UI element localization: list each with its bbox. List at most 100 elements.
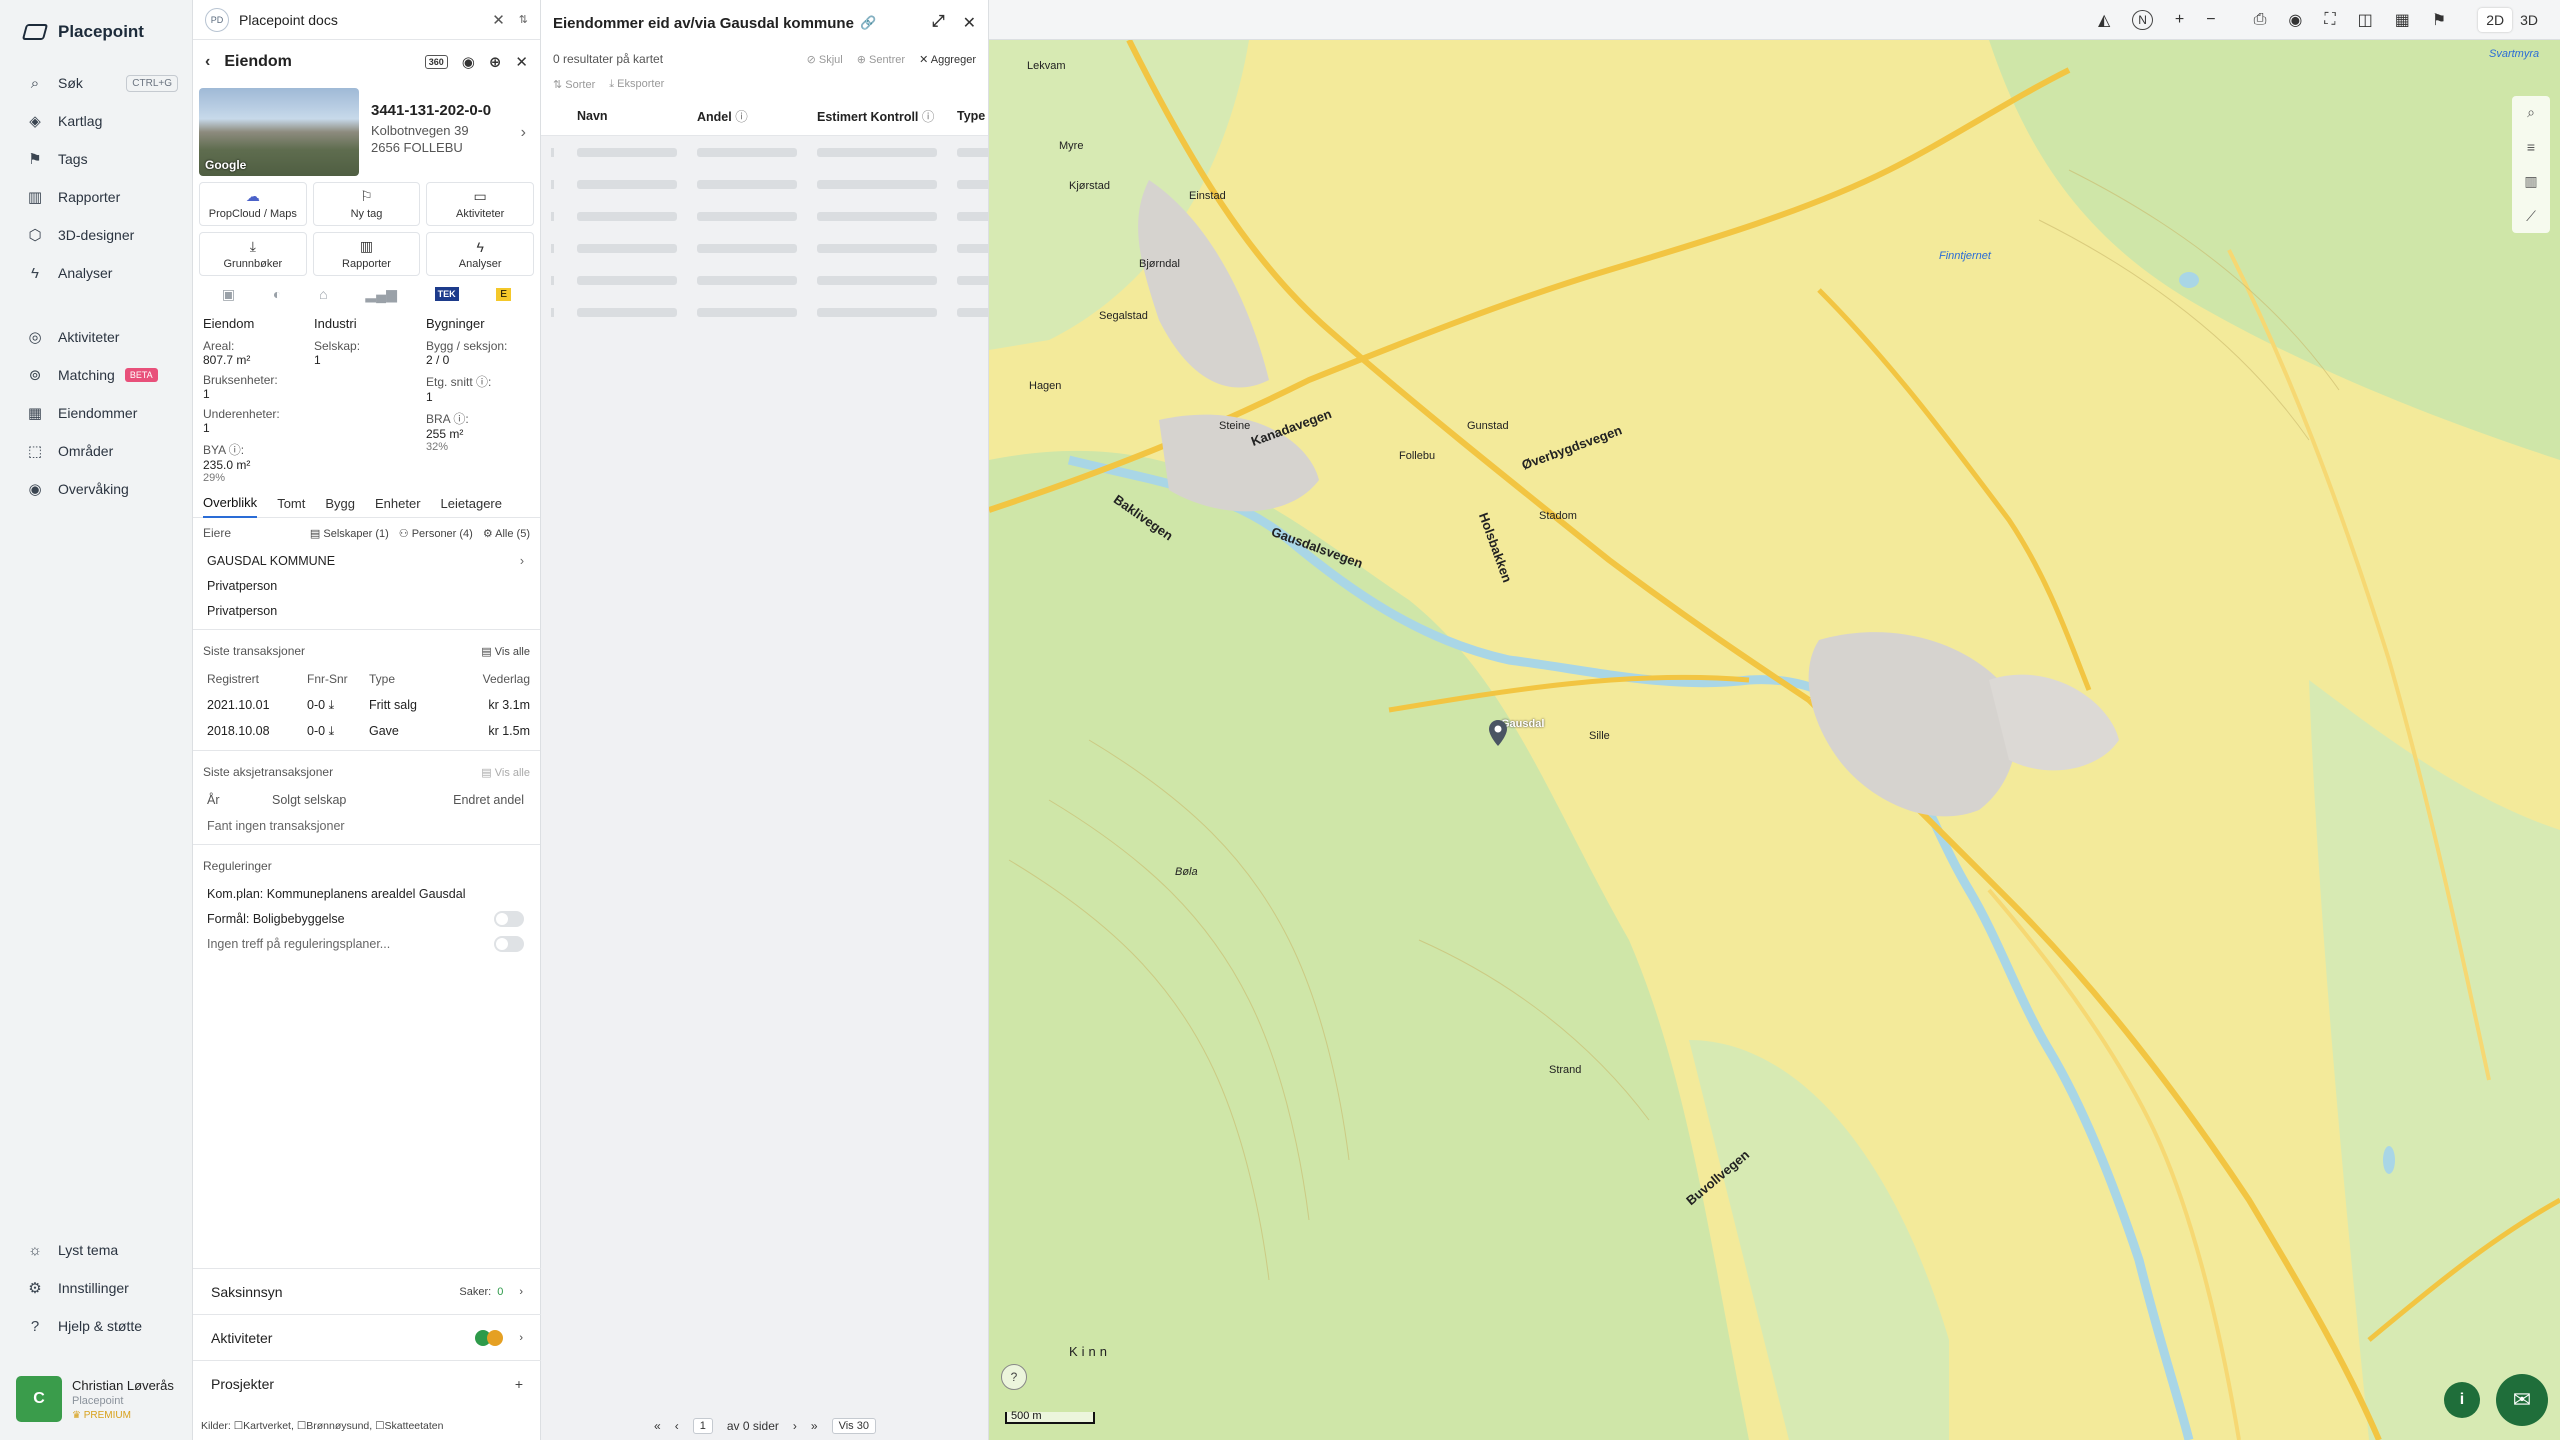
download-icon[interactable]: ⤓	[329, 724, 335, 738]
view-all-share-tx[interactable]: ▤ Vis alle	[481, 766, 530, 779]
nav-matching[interactable]: ⊚ Matching BETA	[0, 356, 192, 394]
tab-overblikk[interactable]: Overblikk	[203, 495, 258, 518]
nav-3d-designer[interactable]: ⬡ 3D-designer	[0, 216, 192, 254]
tab-tomt[interactable]: Tomt	[277, 496, 305, 517]
owner-row[interactable]: Privatperson	[203, 598, 530, 623]
filter-all[interactable]: ⚙ Alle (5)	[483, 527, 530, 540]
source-link[interactable]: ☐Skatteetaten	[375, 1420, 443, 1432]
col-header-kontroll[interactable]: Estimert Kontroll ⓘ	[817, 106, 957, 125]
filter-persons[interactable]: ⚇ Personer (4)	[399, 527, 473, 540]
help-icon[interactable]: ?	[1001, 1364, 1027, 1390]
nav-hjelp[interactable]: ? Hjelp & støtte	[0, 1307, 192, 1345]
nav-innstillinger[interactable]: ⚙ Innstillinger	[0, 1269, 192, 1307]
sort-button[interactable]: ⇅ Sorter	[553, 78, 595, 91]
table-row[interactable]: 2021.10.01 0-0 ⤓ Fritt salg kr 3.1m	[203, 692, 530, 718]
table-row[interactable]: 2018.10.08 0-0 ⤓ Gave kr 1.5m	[203, 718, 530, 744]
layers-toggle-icon[interactable]: ◭	[2098, 10, 2110, 30]
formal-toggle[interactable]	[494, 910, 524, 927]
page-input[interactable]: 1	[692, 1418, 713, 1434]
nav-aktiviteter[interactable]: ◎ Aktiviteter	[0, 318, 192, 356]
first-page-icon[interactable]: «	[654, 1419, 661, 1433]
tile-rapporter[interactable]: ▥ Rapporter	[312, 232, 421, 276]
view-360-button[interactable]: 360	[424, 55, 448, 69]
eye-icon[interactable]: ◉	[2288, 10, 2302, 30]
docs-bar[interactable]: PD Placepoint docs ✕ ⇅	[193, 0, 540, 40]
plus-icon[interactable]: +	[515, 1376, 523, 1392]
col-header[interactable]: Navn	[577, 109, 697, 123]
owner-row[interactable]: GAUSDAL KOMMUNE ›	[203, 548, 530, 573]
mode-3d[interactable]: 3D	[2512, 8, 2546, 32]
search-map-icon[interactable]: ⌕	[2527, 104, 2535, 121]
center-button[interactable]: ⊕ Sentrer	[857, 53, 905, 66]
last-page-icon[interactable]: »	[811, 1419, 818, 1433]
hide-button[interactable]: ⊘ Skjul	[807, 53, 843, 66]
mode-2d[interactable]: 2D	[2478, 7, 2513, 32]
north-icon[interactable]: N	[2132, 9, 2153, 30]
nav-search[interactable]: ⌕ Søk CTRL+G	[0, 64, 192, 102]
grid-icon[interactable]: ▦	[2395, 10, 2410, 30]
view-all-transactions[interactable]: ▤ Vis alle	[481, 645, 530, 658]
signal-icon[interactable]: ▂▄▆	[365, 286, 396, 303]
camera-icon[interactable]: ◫	[2358, 10, 2373, 30]
tile-grunnboker[interactable]: ⤓ Grunnbøker	[199, 232, 307, 276]
ruler-icon[interactable]: ⟋	[2526, 208, 2536, 225]
info-icon[interactable]: i	[2444, 1382, 2480, 1418]
energy-label-badge[interactable]: E	[496, 287, 512, 301]
print-icon[interactable]: ⎙	[2254, 11, 2267, 29]
bookmark-icon[interactable]: ⚑	[2432, 10, 2446, 30]
link-icon[interactable]: 🔗	[860, 15, 876, 31]
map-pin-icon[interactable]	[1489, 720, 1507, 746]
tek-badge[interactable]: TEK	[434, 287, 459, 301]
moon-icon[interactable]: ◐	[273, 286, 281, 302]
nav-rapporter[interactable]: ▥ Rapporter	[0, 178, 192, 216]
chevron-right-icon[interactable]: ›	[521, 124, 526, 174]
close-panel-icon[interactable]: ✕	[515, 53, 528, 71]
tile-aktiviteter[interactable]: ▭ Aktiviteter	[426, 182, 534, 226]
col-header-andel[interactable]: Andel ⓘ	[697, 106, 817, 125]
chat-support-icon[interactable]: ✉	[2496, 1374, 2548, 1426]
prev-page-icon[interactable]: ‹	[675, 1419, 679, 1433]
expand-icon[interactable]: ⤢	[932, 13, 945, 33]
nav-eiendommer[interactable]: ▦ Eiendommer	[0, 394, 192, 432]
chart-icon[interactable]: ▥	[2524, 173, 2537, 190]
back-icon[interactable]: ‹	[205, 53, 210, 71]
tile-analyser[interactable]: ϟ Analyser	[426, 232, 534, 276]
export-button[interactable]: ⤓ Eksporter	[609, 78, 664, 91]
map-canvas[interactable]: Lekvam Myre Kjørstad Einstad Bjørndal Se…	[989, 40, 2560, 1440]
nav-lyst-tema[interactable]: ☼ Lyst tema	[0, 1231, 192, 1269]
per-page-select[interactable]: Vis 30	[831, 1418, 876, 1434]
close-icon[interactable]: ✕	[963, 13, 976, 33]
owner-row[interactable]: Privatperson	[203, 573, 530, 598]
prosjekter-accordion[interactable]: Prosjekter +	[193, 1360, 541, 1406]
aggregate-button[interactable]: ✕ Aggreger	[919, 53, 976, 66]
filter-companies[interactable]: ▤ Selskaper (1)	[310, 527, 389, 540]
crosshair-icon[interactable]: ⊕	[489, 53, 502, 71]
plan-toggle[interactable]	[494, 935, 524, 952]
user-profile[interactable]: C Christian Løverås Placepoint ♛ PREMIUM	[16, 1376, 174, 1422]
zoom-out-icon[interactable]: −	[2206, 11, 2215, 29]
tab-bygg[interactable]: Bygg	[325, 496, 355, 517]
tile-ny-tag[interactable]: ⚐ Ny tag	[312, 182, 421, 226]
source-link[interactable]: ☐Kartverket	[234, 1420, 291, 1432]
next-page-icon[interactable]: ›	[793, 1419, 797, 1433]
street-view-image[interactable]: Google	[199, 88, 359, 176]
layers-icon[interactable]: ≡	[2527, 139, 2535, 155]
tab-leietagere[interactable]: Leietagere	[441, 496, 502, 517]
property-card[interactable]: Google 3441-131-202-0-0 Kolbotnvegen 39 …	[193, 84, 540, 176]
tile-propcloud[interactable]: ☁ PropCloud / Maps	[199, 182, 307, 226]
close-icon[interactable]: ✕	[492, 11, 505, 29]
nav-overvaking[interactable]: ◉ Overvåking	[0, 470, 192, 508]
register-icon[interactable]: ▣	[222, 286, 235, 303]
chevron-updown-icon[interactable]: ⇅	[519, 13, 528, 26]
download-icon[interactable]: ⤓	[329, 698, 335, 712]
nav-tags[interactable]: ⚑ Tags	[0, 140, 192, 178]
aktiviteter-accordion[interactable]: Aktiviteter ›	[193, 1314, 541, 1360]
nav-analyser[interactable]: ϟ Analyser	[0, 254, 192, 292]
brand[interactable]: Placepoint	[0, 0, 192, 64]
fullscreen-icon[interactable]: ⛶	[2324, 11, 2335, 29]
nav-omrader[interactable]: ⬚ Områder	[0, 432, 192, 470]
zoom-in-icon[interactable]: +	[2175, 11, 2184, 29]
eye-icon[interactable]: ◉	[462, 53, 475, 71]
tab-enheter[interactable]: Enheter	[375, 496, 421, 517]
saksinnsyn-accordion[interactable]: Saksinnsyn Saker: 0 ›	[193, 1268, 541, 1314]
